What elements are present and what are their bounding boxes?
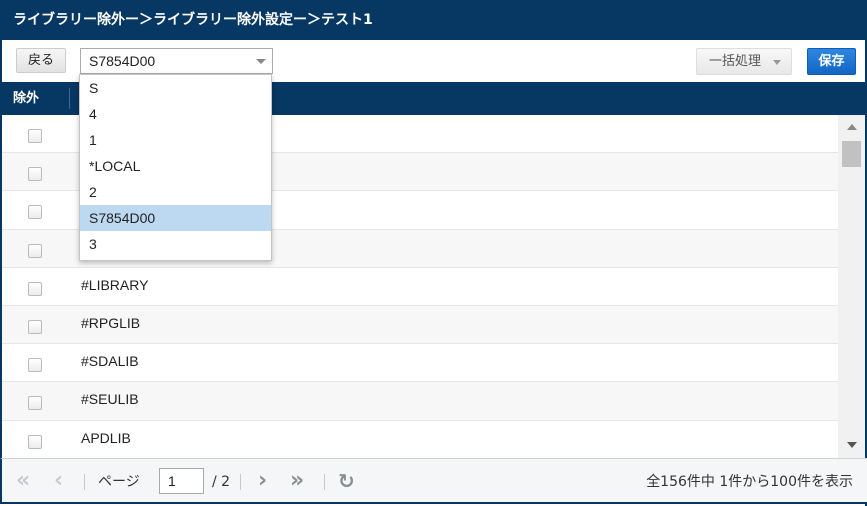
exclude-checkbox[interactable] bbox=[28, 205, 42, 220]
exclude-checkbox[interactable] bbox=[28, 167, 42, 182]
refresh-icon[interactable]: ↻ bbox=[338, 467, 355, 495]
last-page-icon[interactable]: » bbox=[290, 467, 304, 495]
save-button[interactable]: 保存 bbox=[807, 48, 856, 75]
exclude-checkbox[interactable] bbox=[28, 319, 42, 334]
next-page-icon[interactable]: › bbox=[258, 467, 267, 495]
column-header-exclude[interactable]: 除外 bbox=[13, 82, 39, 115]
library-name: #RPGLIB bbox=[81, 314, 141, 331]
chevron-down-icon bbox=[773, 60, 781, 65]
dropdown-option[interactable]: 4 bbox=[80, 101, 271, 127]
table-row[interactable]: #RPGLIB bbox=[2, 305, 838, 345]
table-row[interactable]: #LIBRARY bbox=[2, 268, 838, 306]
scroll-up-icon[interactable] bbox=[847, 124, 857, 130]
exclude-checkbox[interactable] bbox=[28, 243, 42, 258]
dropdown-option-selected[interactable]: S7854D00 bbox=[80, 205, 271, 231]
library-name: #SDALIB bbox=[81, 353, 139, 370]
library-name: #LIBRARY bbox=[81, 276, 149, 293]
table-row[interactable]: #SEULIB bbox=[2, 382, 838, 421]
dropdown-option[interactable]: S bbox=[80, 75, 271, 101]
prev-page-icon[interactable]: ‹ bbox=[54, 467, 63, 495]
back-button[interactable]: 戻る bbox=[16, 48, 66, 73]
pager-divider bbox=[324, 474, 325, 490]
library-dropdown-list: S 4 1 *LOCAL 2 S7854D00 3 bbox=[79, 74, 272, 261]
exclude-checkbox[interactable] bbox=[28, 358, 42, 373]
chevron-down-icon bbox=[256, 59, 266, 64]
dropdown-option[interactable]: 1 bbox=[80, 127, 271, 153]
dropdown-option[interactable]: 3 bbox=[80, 231, 271, 257]
first-page-icon[interactable]: « bbox=[16, 467, 30, 495]
page-title: ライブラリー除外ー＞ライブラリー除外設定ー＞テスト1 bbox=[0, 0, 867, 40]
page-label: ページ bbox=[98, 474, 140, 490]
pagination-bar: « ‹ ページ 1 / 2 › » ↻ 全156件中 1件から100件を表示 bbox=[0, 458, 867, 504]
vertical-scrollbar[interactable] bbox=[838, 115, 865, 458]
record-summary: 全156件中 1件から100件を表示 bbox=[646, 474, 853, 490]
pager-divider bbox=[240, 474, 241, 490]
bulk-action-label: 一括処理 bbox=[709, 54, 762, 69]
column-divider bbox=[69, 88, 70, 109]
scrollbar-thumb[interactable] bbox=[842, 141, 861, 167]
table-row[interactable]: #SDALIB bbox=[2, 344, 838, 383]
library-name: APDLIB bbox=[81, 429, 131, 446]
table-row[interactable]: APDLIB bbox=[2, 421, 838, 458]
dropdown-option[interactable]: 2 bbox=[80, 179, 271, 205]
library-name: #SEULIB bbox=[81, 391, 139, 408]
pager-divider bbox=[84, 474, 85, 490]
exclude-checkbox[interactable] bbox=[28, 129, 42, 143]
total-pages: / 2 bbox=[212, 474, 231, 490]
page-number-input[interactable]: 1 bbox=[159, 468, 204, 494]
bulk-action-button[interactable]: 一括処理 bbox=[696, 48, 792, 75]
library-select-value: S7854D00 bbox=[89, 53, 156, 69]
exclude-checkbox[interactable] bbox=[28, 434, 42, 449]
scroll-down-icon[interactable] bbox=[847, 442, 857, 448]
dropdown-option[interactable]: *LOCAL bbox=[80, 153, 271, 179]
exclude-checkbox[interactable] bbox=[28, 281, 42, 296]
exclude-checkbox[interactable] bbox=[28, 396, 42, 411]
library-select[interactable]: S7854D00 bbox=[80, 48, 273, 74]
